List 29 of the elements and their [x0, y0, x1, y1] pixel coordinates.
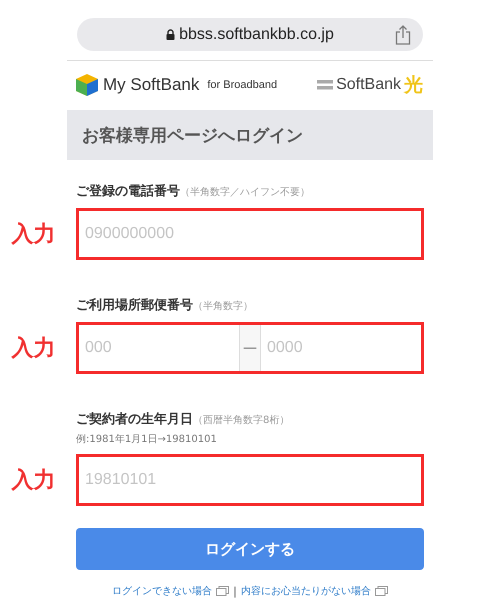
- new-window-icon: [216, 586, 230, 596]
- annotation-label: 入力: [10, 335, 56, 363]
- login-button[interactable]: ログインする: [76, 528, 424, 570]
- separator-dash: —: [239, 325, 261, 371]
- partner-name: SoftBank: [336, 76, 401, 94]
- annotation-label: 入力: [10, 221, 56, 249]
- field-example: 例:1981年1月1日→19810101: [75, 433, 218, 446]
- partner-mark: 光: [404, 72, 423, 98]
- page-title: お客様専用ページへログイン: [67, 110, 433, 160]
- field-note: （半角数字）: [193, 300, 253, 313]
- field-label: ご利用場所郵便番号: [76, 297, 193, 314]
- field-note: （西暦半角数字8桁）: [193, 414, 290, 427]
- split-input-field[interactable]: 000 — 0000: [76, 322, 424, 374]
- brand-suffix: for Broadband: [207, 78, 278, 90]
- brand-name: My SoftBank: [103, 74, 200, 94]
- help-link[interactable]: 内容にお心当たりがない場合: [240, 584, 371, 598]
- url-text: bbss.softbankbb.co.jp: [179, 26, 334, 44]
- field-label: ご契約者の生年月日: [76, 411, 193, 428]
- help-link[interactable]: ログインできない場合: [112, 584, 212, 598]
- lock-icon: [166, 29, 176, 40]
- field-note: （半角数字／ハイフン不要）: [180, 186, 310, 199]
- bars-logo-icon: [317, 80, 334, 90]
- new-window-icon: [374, 586, 388, 596]
- share-icon[interactable]: [395, 25, 411, 45]
- field-label: ご登録の電話番号: [76, 183, 180, 200]
- link-separator: |: [233, 584, 237, 598]
- cube-logo-icon: [75, 72, 99, 96]
- address-bar[interactable]: bbss.softbankbb.co.jp: [77, 18, 423, 51]
- annotation-label: 入力: [10, 467, 56, 495]
